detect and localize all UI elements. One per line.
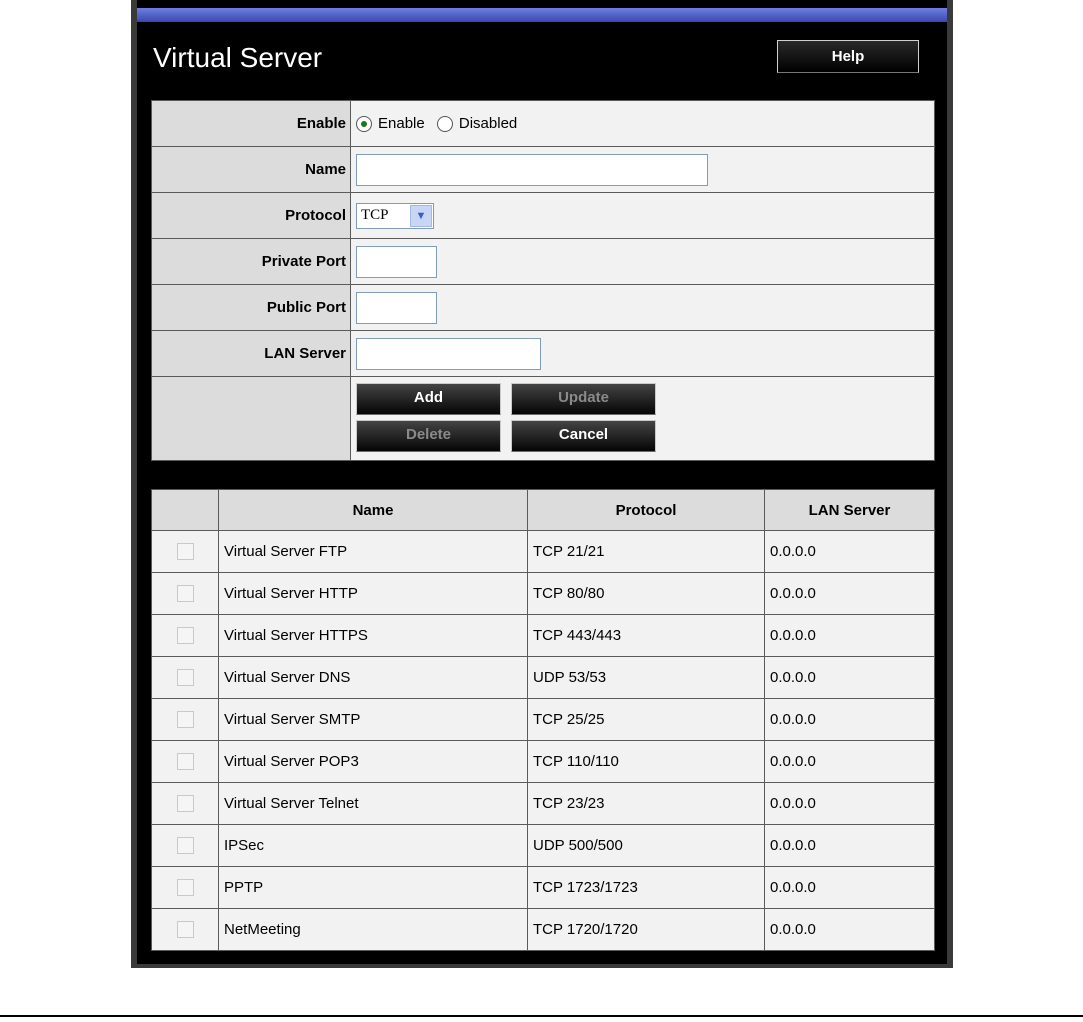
row-checkbox[interactable] — [176, 585, 194, 603]
row-name: Virtual Server DNS — [218, 656, 528, 699]
row-protocol: TCP 1723/1723 — [527, 866, 765, 909]
name-input[interactable] — [356, 153, 708, 186]
public-port-label: Public Port — [151, 284, 351, 331]
row-checkbox[interactable] — [176, 795, 194, 813]
table-row: Virtual Server SMTP TCP 25/25 0.0.0.0 — [151, 698, 935, 741]
virtual-server-panel: Virtual Server Help Enable Enable Disabl… — [131, 0, 953, 968]
delete-button[interactable]: Delete — [356, 420, 501, 452]
actions-label-cell — [151, 376, 351, 461]
virtual-server-form: Enable Enable Disabled Name Protocol TCP… — [151, 100, 935, 461]
row-lan-server: 0.0.0.0 — [764, 572, 935, 615]
row-checkbox[interactable] — [176, 753, 194, 771]
row-name: PPTP — [218, 866, 528, 909]
row-name: Virtual Server POP3 — [218, 740, 528, 783]
cancel-button[interactable]: Cancel — [511, 420, 656, 452]
table-row: Virtual Server Telnet TCP 23/23 0.0.0.0 — [151, 782, 935, 825]
update-button[interactable]: Update — [511, 383, 656, 415]
table-row: Virtual Server FTP TCP 21/21 0.0.0.0 — [151, 530, 935, 573]
disabled-radio[interactable] — [436, 115, 453, 132]
table-row: Virtual Server HTTPS TCP 443/443 0.0.0.0 — [151, 614, 935, 657]
row-checkbox[interactable] — [176, 921, 194, 939]
table-row: Virtual Server POP3 TCP 110/110 0.0.0.0 — [151, 740, 935, 783]
row-protocol: UDP 500/500 — [527, 824, 765, 867]
row-protocol: TCP 1720/1720 — [527, 908, 765, 951]
enable-radio[interactable] — [356, 115, 372, 132]
column-header-name: Name — [218, 489, 528, 531]
row-lan-server: 0.0.0.0 — [764, 908, 935, 951]
chevron-down-icon[interactable]: ▼ — [410, 204, 432, 227]
help-button[interactable]: Help — [777, 40, 919, 73]
table-row: IPSec UDP 500/500 0.0.0.0 — [151, 824, 935, 867]
header-accent-bar — [137, 8, 947, 22]
row-name: Virtual Server Telnet — [218, 782, 528, 825]
virtual-server-list: Name Protocol LAN Server Virtual Server … — [151, 489, 935, 951]
lan-server-label: LAN Server — [151, 330, 351, 377]
column-header-protocol: Protocol — [527, 489, 765, 531]
row-name: Virtual Server FTP — [218, 530, 528, 573]
page-title: Virtual Server — [153, 42, 323, 73]
row-checkbox[interactable] — [176, 543, 194, 561]
row-protocol: UDP 53/53 — [527, 656, 765, 699]
row-name: NetMeeting — [218, 908, 528, 951]
row-protocol: TCP 21/21 — [527, 530, 765, 573]
enable-label: Enable — [151, 100, 351, 147]
row-checkbox[interactable] — [176, 837, 194, 855]
row-lan-server: 0.0.0.0 — [764, 824, 935, 867]
page-divider — [0, 1015, 1083, 1017]
row-checkbox[interactable] — [176, 669, 194, 687]
actions-cell: Add Update Delete Cancel — [350, 376, 935, 461]
row-protocol: TCP 110/110 — [527, 740, 765, 783]
protocol-label: Protocol — [151, 192, 351, 239]
row-checkbox[interactable] — [176, 627, 194, 645]
table-row: Virtual Server DNS UDP 53/53 0.0.0.0 — [151, 656, 935, 699]
row-protocol: TCP 443/443 — [527, 614, 765, 657]
row-lan-server: 0.0.0.0 — [764, 614, 935, 657]
enable-radio-label: Enable — [378, 115, 425, 133]
row-lan-server: 0.0.0.0 — [764, 740, 935, 783]
row-name: Virtual Server SMTP — [218, 698, 528, 741]
row-name: Virtual Server HTTP — [218, 572, 528, 615]
row-checkbox[interactable] — [176, 879, 194, 897]
row-lan-server: 0.0.0.0 — [764, 656, 935, 699]
row-protocol: TCP 23/23 — [527, 782, 765, 825]
add-button[interactable]: Add — [356, 383, 501, 415]
protocol-select-value: TCP — [361, 206, 389, 223]
table-row: PPTP TCP 1723/1723 0.0.0.0 — [151, 866, 935, 909]
row-lan-server: 0.0.0.0 — [764, 530, 935, 573]
row-lan-server: 0.0.0.0 — [764, 698, 935, 741]
name-label: Name — [151, 146, 351, 193]
enable-field: Enable Disabled — [350, 100, 935, 147]
disabled-radio-label: Disabled — [458, 115, 518, 133]
private-port-input[interactable] — [356, 245, 437, 278]
select-column-header — [151, 489, 219, 531]
public-port-input[interactable] — [356, 291, 437, 324]
row-protocol: TCP 25/25 — [527, 698, 765, 741]
lan-server-input[interactable] — [356, 337, 541, 370]
row-protocol: TCP 80/80 — [527, 572, 765, 615]
protocol-select[interactable]: TCP ▼ — [356, 202, 434, 229]
table-row: Virtual Server HTTP TCP 80/80 0.0.0.0 — [151, 572, 935, 615]
row-lan-server: 0.0.0.0 — [764, 782, 935, 825]
row-lan-server: 0.0.0.0 — [764, 866, 935, 909]
private-port-label: Private Port — [151, 238, 351, 285]
table-row: NetMeeting TCP 1720/1720 0.0.0.0 — [151, 908, 935, 951]
row-name: Virtual Server HTTPS — [218, 614, 528, 657]
column-header-lan-server: LAN Server — [764, 489, 935, 531]
row-name: IPSec — [218, 824, 528, 867]
row-checkbox[interactable] — [176, 711, 194, 729]
